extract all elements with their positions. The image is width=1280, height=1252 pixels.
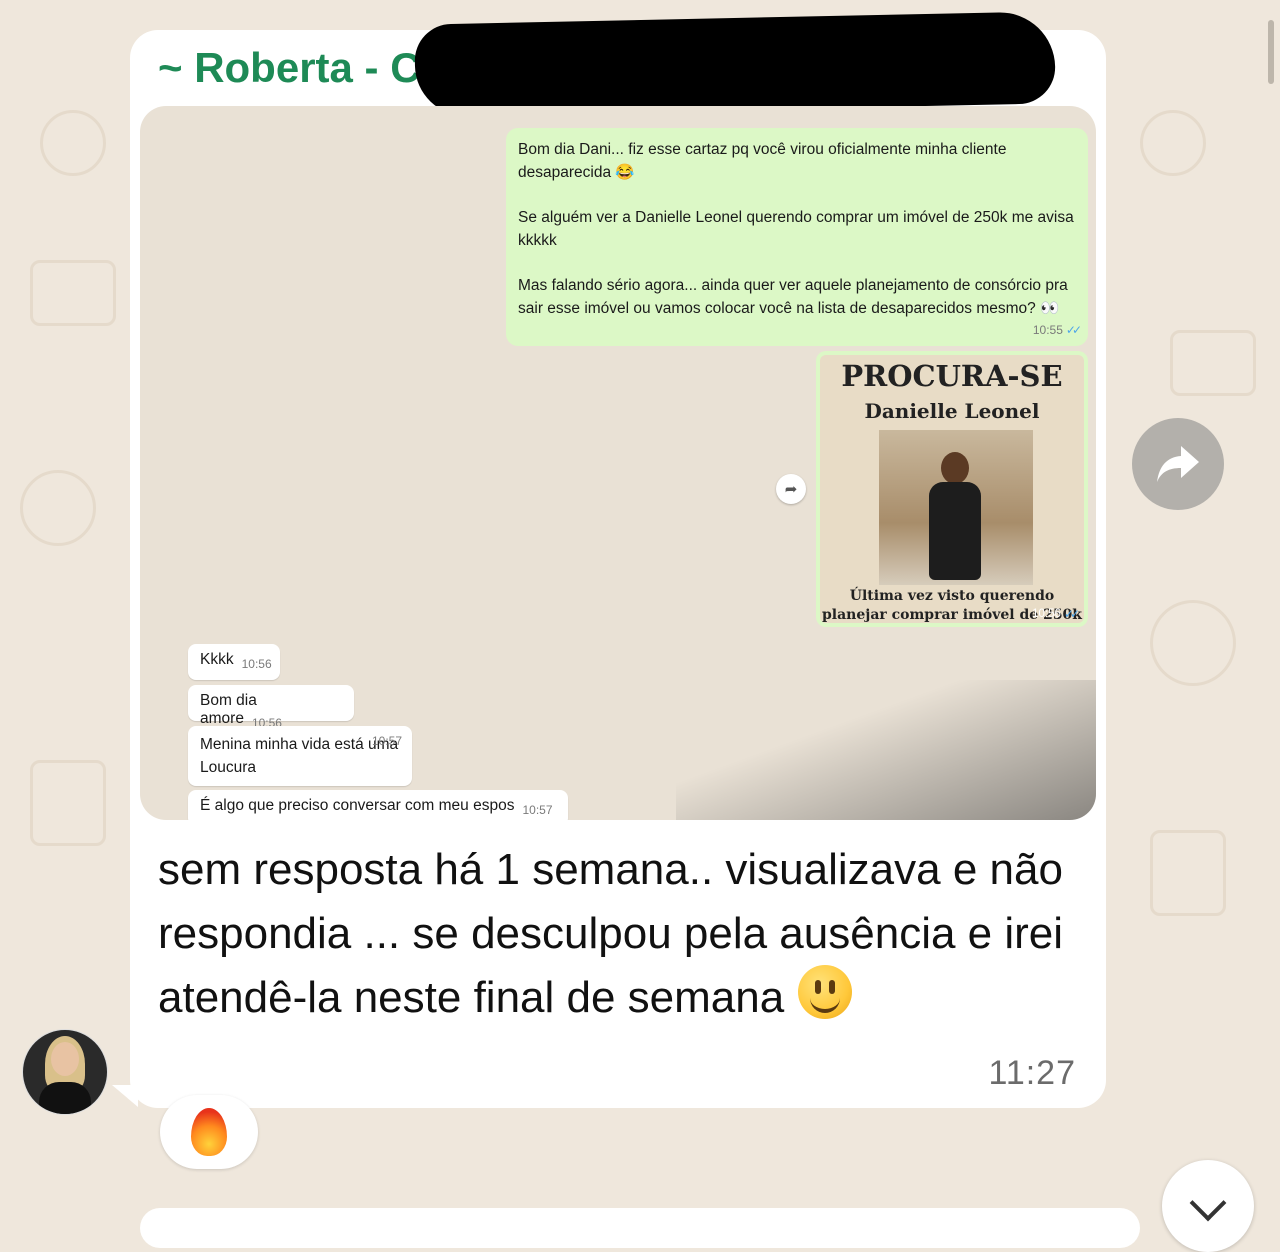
person-body xyxy=(929,482,981,580)
fire-emoji-icon xyxy=(191,1108,227,1156)
message-text: É algo que preciso conversar com meu esp… xyxy=(200,797,515,814)
wanted-poster: PROCURA-SE Danielle Leonel Última vez vi… xyxy=(820,355,1084,623)
bubble-tail xyxy=(112,1085,138,1107)
background-doodle xyxy=(1150,600,1236,686)
message-line: Mas falando sério agora... ainda quer ve… xyxy=(518,277,1068,317)
background-doodle xyxy=(1170,330,1256,396)
poster-name: Danielle Leonel xyxy=(864,399,1040,423)
message-text: Kkkk xyxy=(200,651,234,668)
incoming-message: Menina minha vida está uma Loucura 10:57 xyxy=(188,726,412,786)
message-time: 10:55 xyxy=(1032,323,1063,337)
message-text: Bom dia amore xyxy=(200,692,257,727)
message-text: Menina minha vida está uma Loucura xyxy=(200,736,399,776)
share-arrow-icon xyxy=(1157,446,1199,482)
poster-title: PROCURA-SE xyxy=(841,359,1063,393)
chevron-down-icon xyxy=(1189,1184,1227,1222)
avatar[interactable] xyxy=(22,1029,108,1115)
scrollbar[interactable] xyxy=(1268,20,1274,84)
message-time: 10:57 xyxy=(522,803,553,817)
share-icon[interactable] xyxy=(1132,418,1224,510)
message-text: sem resposta há 1 semana.. visualizava e… xyxy=(158,838,1078,1030)
message-meta: 10:55 ✓✓ xyxy=(1032,319,1082,342)
message-line: Se alguém ver a Danielle Leonel querendo… xyxy=(518,209,1074,249)
redaction-mark xyxy=(414,11,1056,117)
avatar-face xyxy=(51,1042,79,1076)
incoming-message: Bom dia amore 10:56 xyxy=(188,685,354,730)
avatar-shirt xyxy=(39,1082,91,1114)
incoming-message: Kkkk 10:56 xyxy=(188,644,280,680)
forward-icon: ➦ xyxy=(776,474,806,504)
attached-screenshot[interactable]: Bom dia Dani... fiz esse cartaz pq você … xyxy=(140,106,1096,820)
background-doodle xyxy=(1140,110,1206,176)
read-ticks-icon: ✓✓ xyxy=(1063,607,1080,621)
background-doodle xyxy=(30,760,106,846)
sender-name[interactable]: ~ Roberta - C xyxy=(158,44,421,92)
image-message: PROCURA-SE Danielle Leonel Última vez vi… xyxy=(816,351,1088,627)
message-time: 10:56 xyxy=(241,657,272,671)
message-time: 10:56 xyxy=(1032,608,1061,620)
background-doodle xyxy=(40,110,106,176)
person-head xyxy=(941,452,969,484)
poster-photo xyxy=(879,430,1033,585)
message-line: Bom dia Dani... fiz esse cartaz pq você … xyxy=(518,141,1007,181)
incoming-message: É algo que preciso conversar com meu esp… xyxy=(188,790,568,820)
outgoing-message: Bom dia Dani... fiz esse cartaz pq você … xyxy=(506,128,1088,346)
compose-bar[interactable] xyxy=(140,1208,1140,1248)
image-shade xyxy=(676,680,1096,820)
message-time: 10:57 xyxy=(371,734,402,748)
scroll-down-button[interactable] xyxy=(1162,1160,1254,1252)
message-body: sem resposta há 1 semana.. visualizava e… xyxy=(158,845,1064,1022)
message-time: 11:27 xyxy=(988,1054,1076,1092)
message-bubble[interactable]: ~ Roberta - C 601 Bom dia Dani... fiz es… xyxy=(130,11,1106,1108)
reaction-badge[interactable] xyxy=(160,1095,258,1169)
message-meta: 10:56 ✓✓ xyxy=(1032,607,1080,621)
background-doodle xyxy=(20,470,96,546)
smiley-emoji xyxy=(798,965,853,1020)
background-doodle xyxy=(1150,830,1226,916)
read-ticks-icon: ✓✓ xyxy=(1065,323,1082,337)
background-doodle xyxy=(30,260,116,326)
